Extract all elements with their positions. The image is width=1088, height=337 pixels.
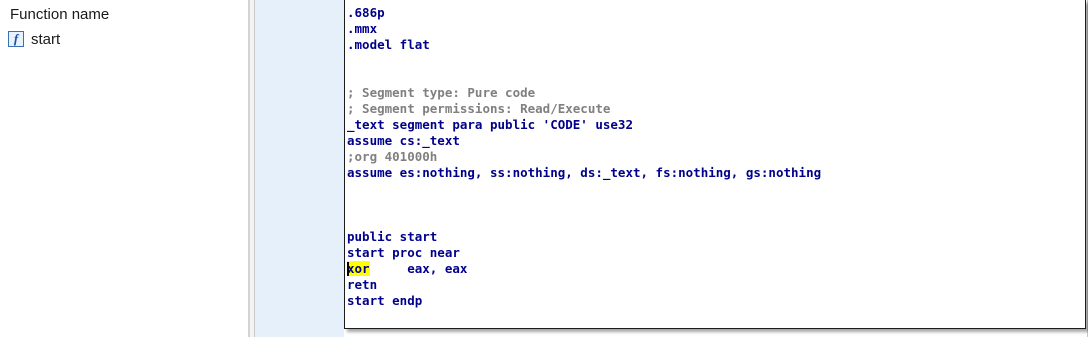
code-line[interactable] [347,53,821,69]
code-line[interactable] [347,213,821,229]
code-line[interactable]: ; Segment type: Pure code [347,85,821,101]
code-line[interactable]: start endp [347,293,821,309]
function-list-item-start[interactable]: f start [8,29,208,49]
instruction-operands[interactable]: eax, eax [370,261,467,276]
functions-window: Function name f start [0,0,248,337]
disassembly-graph-view[interactable]: .686p .mmx .model flat ; Segment type: Pure… [254,0,1088,337]
code-line[interactable]: .model flat [347,37,821,53]
code-block-node[interactable]: .686p .mmx .model flat ; Segment type: Pure… [344,0,1086,329]
text-cursor [347,262,349,276]
code-line[interactable]: .mmx [347,21,821,37]
highlighted-mnemonic[interactable]: xor [347,261,370,276]
code-line[interactable]: .686p [347,5,821,21]
function-icon: f [8,31,24,47]
code-line[interactable]: xor eax, eax [347,261,821,277]
function-name-label: start [31,30,61,48]
code-line[interactable]: retn [347,277,821,293]
code-line[interactable]: assume cs:_text [347,133,821,149]
code-line[interactable] [347,181,821,197]
disassembly-listing: .686p .mmx .model flat ; Segment type: Pure… [347,5,821,309]
graph-background [255,0,344,337]
code-line[interactable]: start proc near [347,245,821,261]
code-line[interactable] [347,69,821,85]
code-line[interactable] [347,197,821,213]
code-line[interactable]: ; Segment permissions: Read/Execute [347,101,821,117]
code-line[interactable]: assume es:nothing, ss:nothing, ds:_text,… [347,165,821,181]
code-line[interactable]: ;org 401000h [347,149,821,165]
function-name-column-header[interactable]: Function name [10,6,109,23]
code-line[interactable]: _text segment para public 'CODE' use32 [347,117,821,133]
code-line[interactable]: public start [347,229,821,245]
